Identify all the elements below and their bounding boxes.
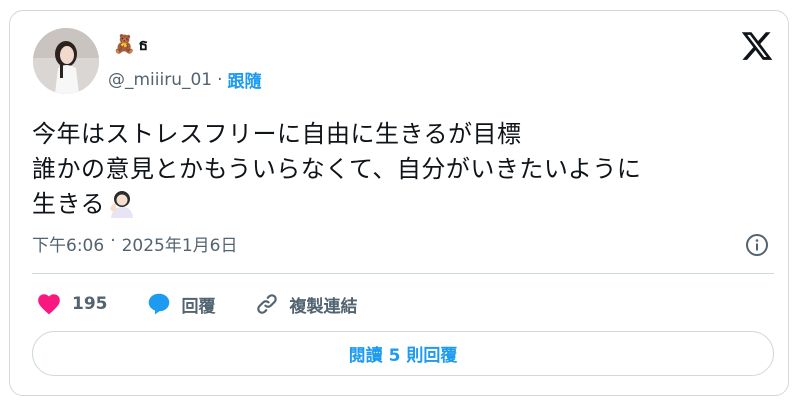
handle-separator: ·	[217, 69, 223, 90]
timestamp[interactable]: 下午6:06 · 2025年1月6日	[32, 231, 238, 256]
display-name[interactable]: 🧸 ธ	[113, 33, 148, 57]
display-name-text: ธ	[138, 34, 149, 54]
teddy-bear-emoji: 🧸	[113, 34, 136, 55]
copy-link-label: 複製連結	[289, 296, 358, 317]
handle-row: @_miiiru_01 · 跟隨	[108, 67, 262, 93]
tweet-line: 今年はストレスフリーに自由に生きるが目標	[32, 120, 522, 148]
reply-button[interactable]: 回覆	[146, 291, 216, 317]
copy-link-button[interactable]: 複製連結	[254, 291, 358, 317]
info-icon[interactable]	[745, 233, 769, 257]
avatar[interactable]	[33, 28, 99, 94]
follow-button[interactable]: 跟隨	[228, 67, 262, 92]
reply-label: 回覆	[181, 296, 216, 317]
tweet-line: 誰かの意見とかもういらなくて、自分がいきたいように	[32, 155, 642, 183]
user-handle[interactable]: @_miiiru_01	[108, 70, 212, 90]
tweet-line-last: 生きる	[32, 187, 772, 222]
like-count: 195	[72, 294, 108, 314]
time-separator: ·	[110, 231, 116, 251]
tweet-text: 今年はストレスフリーに自由に生きるが目標 誰かの意見とかもういらなくて、自分がい…	[32, 117, 772, 222]
x-logo-icon[interactable]	[740, 29, 774, 63]
divider	[32, 273, 774, 274]
read-replies-label: 閱讀 5 則回覆	[348, 346, 458, 366]
speech-bubble-icon	[148, 293, 169, 315]
tweet-time: 下午6:06	[32, 236, 105, 256]
tweet-card: 🧸 ธ @_miiiru_01 · 跟隨 今年はストレスフリーに自由に生きるが目…	[9, 10, 789, 396]
heart-icon	[38, 294, 60, 315]
read-replies-button[interactable]: 閱讀 5 則回覆	[32, 331, 774, 376]
tweet-line-text: 生きる	[32, 190, 106, 218]
woman-tipping-hand-icon	[110, 191, 134, 218]
like-button[interactable]: 195	[36, 291, 108, 317]
link-icon	[256, 294, 277, 314]
action-bar: 195 回覆 複製連結	[36, 291, 396, 317]
tweet-date: 2025年1月6日	[121, 236, 238, 256]
